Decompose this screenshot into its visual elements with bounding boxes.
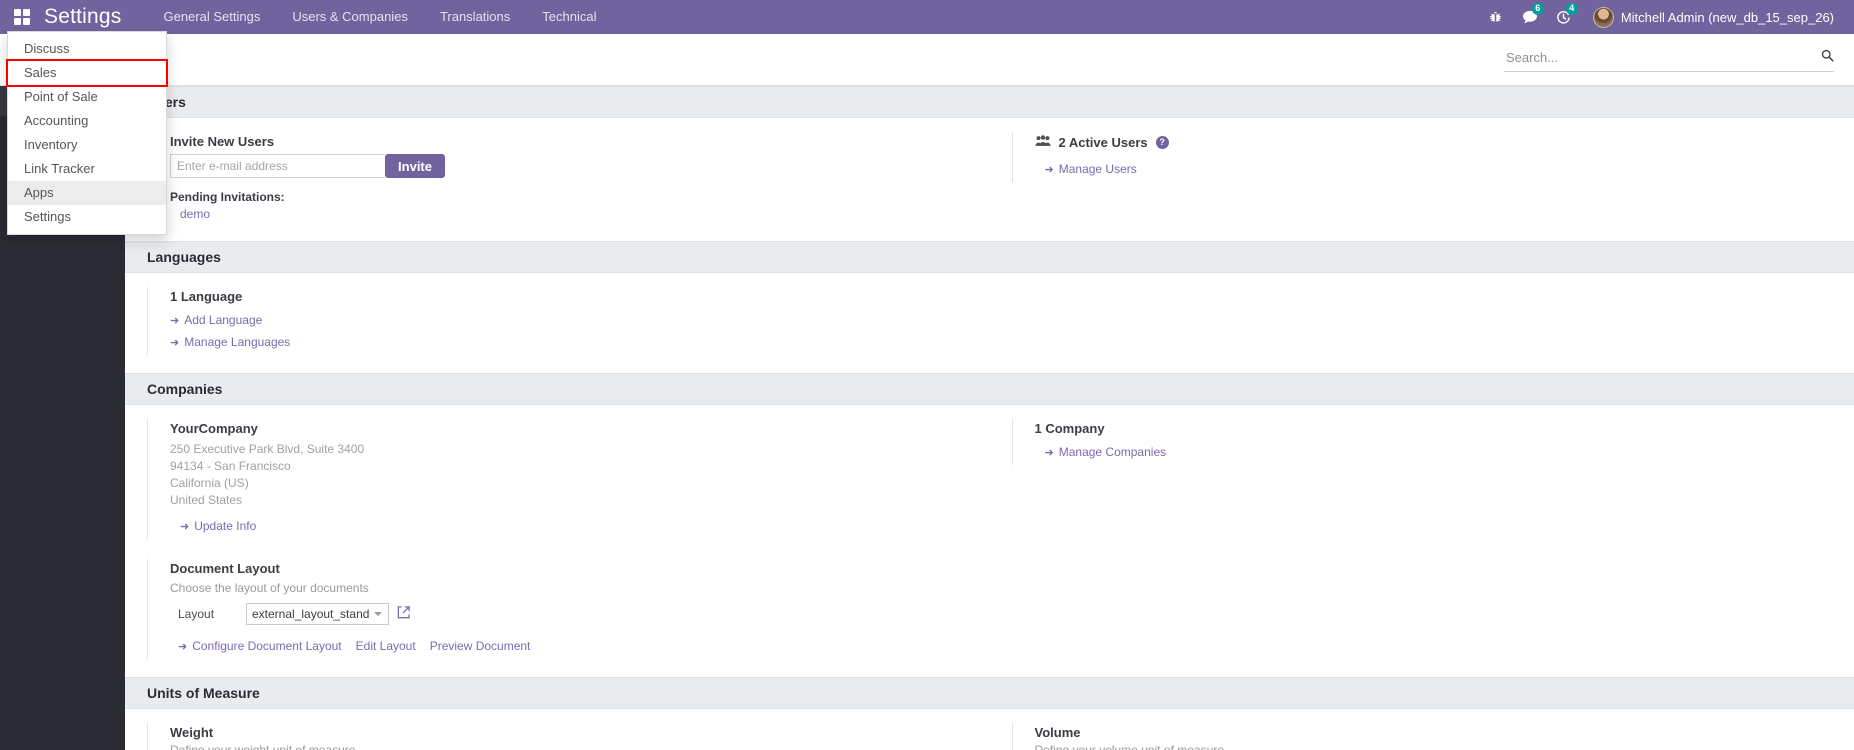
volume-label: Volume bbox=[1034, 725, 1081, 740]
username-label: Mitchell Admin (new_db_15_sep_26) bbox=[1620, 9, 1834, 25]
users-group-icon bbox=[1034, 134, 1051, 150]
manage-companies-label: Manage Companies bbox=[1058, 445, 1167, 459]
apps-dropdown-item-discuss[interactable]: Discuss bbox=[8, 37, 166, 61]
messages-counter-badge: 6 bbox=[1531, 3, 1544, 15]
arrow-right-icon: ➜ bbox=[180, 520, 190, 533]
section-units-of-measure: Units of Measure Weight Define your weig… bbox=[125, 677, 1854, 750]
avatar bbox=[1592, 6, 1614, 28]
arrow-right-icon: ➜ bbox=[1044, 163, 1054, 176]
manage-companies-link[interactable]: ➜ Manage Companies bbox=[1045, 445, 1167, 459]
bug-icon bbox=[1490, 11, 1502, 22]
search-icon[interactable] bbox=[1821, 49, 1834, 68]
apps-dropdown-item-sales[interactable]: Sales bbox=[6, 59, 168, 87]
volume-description: Define your volume unit of measure bbox=[1034, 743, 1224, 750]
company-address-line: United States bbox=[170, 493, 243, 507]
user-menu[interactable]: Mitchell Admin (new_db_15_sep_26) bbox=[1583, 0, 1840, 34]
activities-counter-badge: 4 bbox=[1565, 3, 1578, 15]
apps-dropdown-item-inventory[interactable]: Inventory bbox=[8, 133, 166, 157]
active-users-box: 2 Active Users ? ➜ Manage Users bbox=[1011, 132, 1854, 182]
layout-select[interactable]: external_layout_standardexternal_layout_… bbox=[247, 604, 388, 624]
language-count: 1 Language bbox=[170, 289, 243, 304]
systray: 6 4 Mitchell Admin (new_db_15_sep_26) bbox=[1481, 0, 1854, 34]
messages-menu[interactable]: 6 bbox=[1515, 0, 1545, 34]
arrow-right-icon: ➜ bbox=[170, 314, 180, 327]
volume-uom-box: Volume Define your volume unit of measur… bbox=[1011, 723, 1854, 750]
invite-new-users-box: Invite New Users Invite Pending Invitati… bbox=[147, 132, 990, 223]
preview-document-link[interactable]: Preview Document bbox=[430, 639, 531, 653]
apps-grid-icon bbox=[14, 9, 30, 25]
company-address-line: 94134 - San Francisco bbox=[170, 459, 291, 473]
document-layout-description: Choose the layout of your documents bbox=[170, 581, 369, 595]
control-panel bbox=[0, 34, 1854, 86]
company-address-line: California (US) bbox=[170, 476, 249, 490]
manage-languages-link[interactable]: ➜ Manage Languages bbox=[170, 335, 290, 349]
section-companies: Companies YourCompany 250 Executive Park… bbox=[125, 373, 1854, 677]
add-language-link[interactable]: ➜ Add Language bbox=[170, 313, 262, 327]
company-name: YourCompany bbox=[170, 421, 258, 436]
update-info-link[interactable]: ➜ Update Info bbox=[180, 519, 256, 533]
arrow-right-icon: ➜ bbox=[170, 336, 180, 349]
company-address-line: 250 Executive Park Blvd, Suite 3400 bbox=[170, 442, 365, 456]
menu-translations[interactable]: Translations bbox=[424, 0, 526, 34]
section-title-companies: Companies bbox=[125, 373, 1854, 405]
activities-menu[interactable]: 4 bbox=[1549, 0, 1579, 34]
languages-box: 1 Language ➜ Add Language ➜ Manage Langu… bbox=[147, 287, 990, 355]
pending-invitations-label: Pending Invitations: bbox=[170, 190, 285, 204]
add-language-label: Add Language bbox=[184, 313, 263, 327]
update-info-label: Update Info bbox=[194, 519, 257, 533]
question-mark-icon[interactable]: ? bbox=[1155, 135, 1169, 149]
layout-select-wrapper: external_layout_standardexternal_layout_… bbox=[246, 603, 389, 625]
top-navbar: Settings General Settings Users & Compan… bbox=[0, 0, 1854, 34]
configure-document-layout-link[interactable]: ➜ Configure Document Layout bbox=[178, 639, 342, 653]
menu-technical[interactable]: Technical bbox=[526, 0, 612, 34]
weight-uom-box: Weight Define your weight unit of measur… bbox=[147, 723, 990, 750]
company-info-box: YourCompany 250 Executive Park Blvd, Sui… bbox=[147, 419, 990, 539]
active-users-count: 2 Active Users bbox=[1058, 134, 1148, 150]
company-count: 1 Company bbox=[1034, 421, 1105, 436]
apps-dropdown-item-link-tracker[interactable]: Link Tracker bbox=[8, 157, 166, 181]
section-languages: Languages 1 Language ➜ Add Language ➜ Ma… bbox=[125, 241, 1854, 373]
apps-menu-toggle[interactable] bbox=[0, 0, 44, 34]
manage-users-link[interactable]: ➜ Manage Users bbox=[1045, 162, 1137, 176]
company-count-box: 1 Company ➜ Manage Companies bbox=[1011, 419, 1854, 465]
apps-dropdown-item-accounting[interactable]: Accounting bbox=[8, 109, 166, 133]
invite-email-input[interactable] bbox=[170, 154, 386, 178]
debug-bug-menu[interactable] bbox=[1481, 0, 1511, 34]
settings-content: Users Invite New Users Invite Pending In… bbox=[125, 86, 1854, 750]
section-title-users: Users bbox=[125, 86, 1854, 118]
arrow-right-icon: ➜ bbox=[178, 640, 188, 653]
apps-dropdown-item-point-of-sale[interactable]: Point of Sale bbox=[8, 85, 166, 109]
edit-layout-link[interactable]: Edit Layout bbox=[356, 639, 416, 653]
menu-users-and-companies[interactable]: Users & Companies bbox=[276, 0, 424, 34]
apps-dropdown-item-settings[interactable]: Settings bbox=[8, 205, 166, 229]
weight-label: Weight bbox=[170, 725, 214, 740]
layout-field-label: Layout bbox=[178, 607, 215, 621]
section-title-units-of-measure: Units of Measure bbox=[125, 677, 1854, 709]
external-link-icon[interactable] bbox=[396, 605, 411, 623]
document-layout-title: Document Layout bbox=[170, 561, 280, 576]
pending-invitation-demo[interactable]: demo bbox=[180, 207, 990, 221]
apps-dropdown-item-apps[interactable]: Apps bbox=[8, 181, 166, 205]
document-layout-box: Document Layout Choose the layout of you… bbox=[147, 559, 990, 659]
arrow-right-icon: ➜ bbox=[1044, 446, 1054, 459]
apps-dropdown-menu: Discuss Sales Point of Sale Accounting Inven… bbox=[6, 31, 168, 235]
manage-languages-label: Manage Languages bbox=[184, 335, 291, 349]
invite-new-users-label: Invite New Users bbox=[170, 134, 275, 149]
section-title-languages: Languages bbox=[125, 241, 1854, 273]
section-users: Users Invite New Users Invite Pending In… bbox=[125, 86, 1854, 241]
app-brand-title: Settings bbox=[44, 5, 122, 28]
menu-general-settings[interactable]: General Settings bbox=[147, 0, 276, 34]
search-view bbox=[1504, 46, 1834, 72]
manage-users-label: Manage Users bbox=[1058, 162, 1137, 176]
search-input[interactable] bbox=[1504, 49, 1821, 68]
invite-button[interactable]: Invite bbox=[385, 154, 445, 178]
weight-description: Define your weight unit of measure bbox=[170, 743, 356, 750]
configure-document-layout-label: Configure Document Layout bbox=[192, 639, 342, 653]
